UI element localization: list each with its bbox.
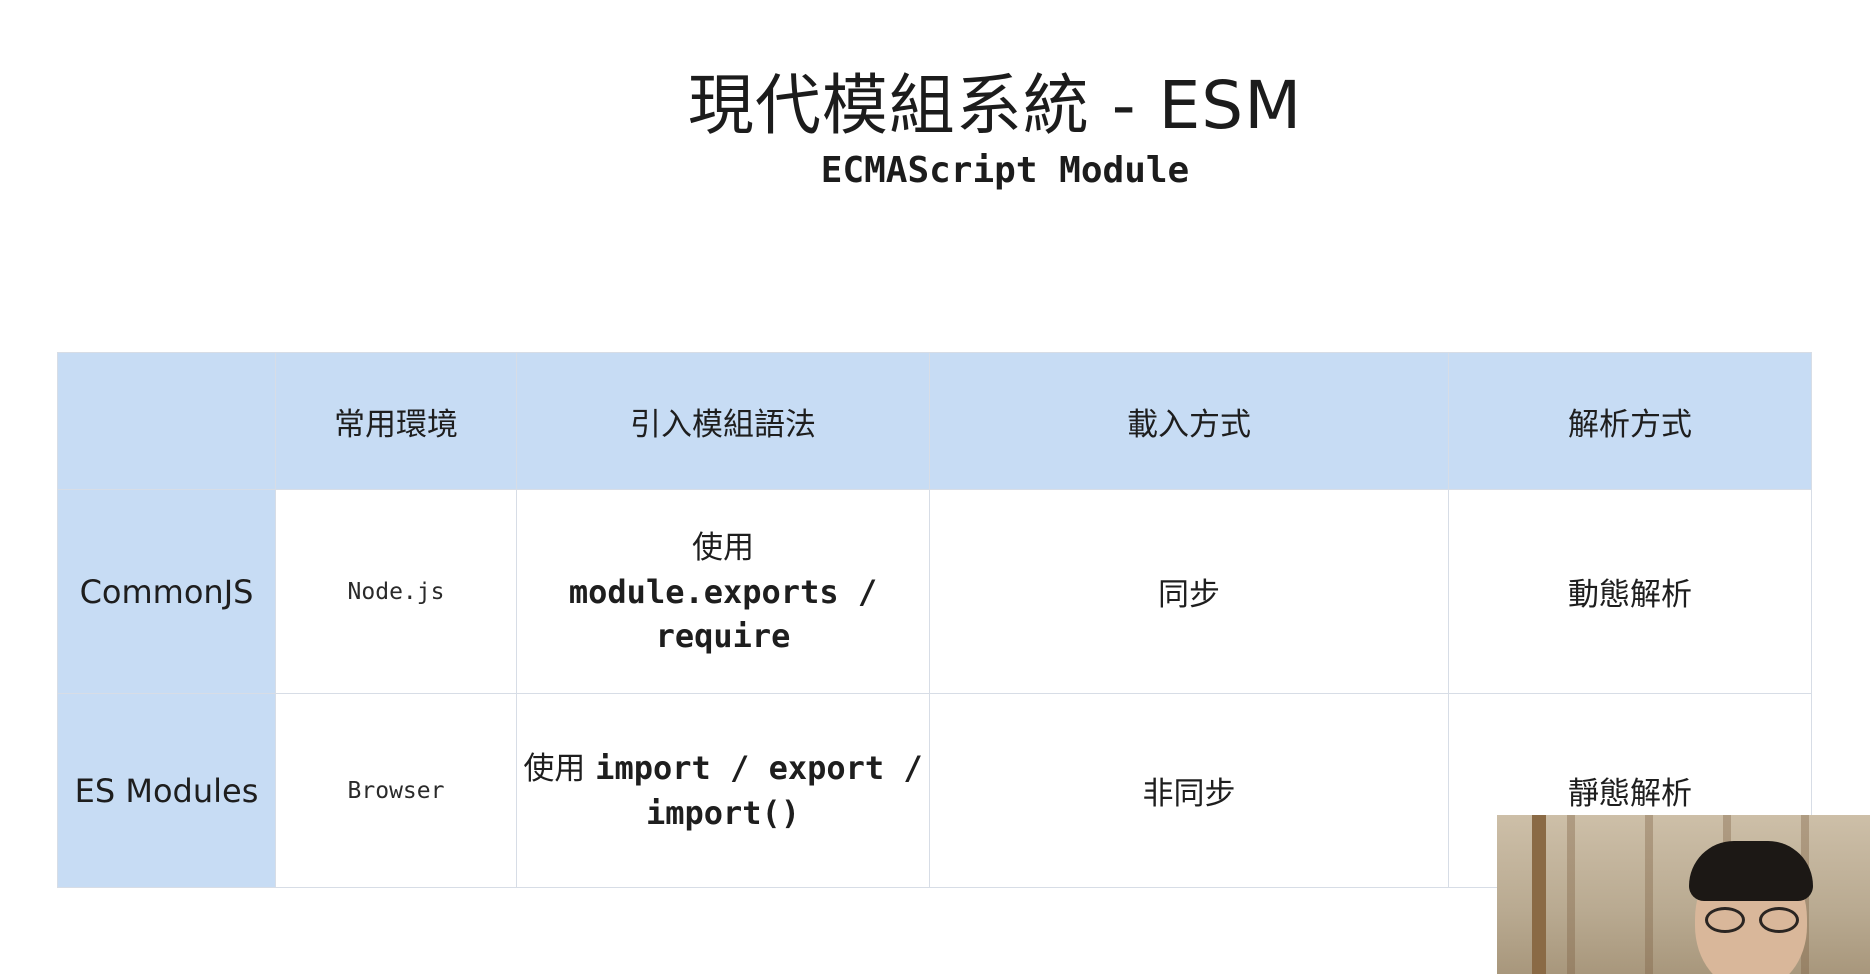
cell-loading: 同步 xyxy=(929,489,1449,694)
slide-title: 現代模組系統 - ESM xyxy=(687,67,1303,144)
row-name-es-modules: ES Modules xyxy=(57,693,276,888)
webcam-wall-beam xyxy=(1532,815,1546,974)
table-header-loading: 載入方式 xyxy=(929,352,1449,490)
table-header-parsing: 解析方式 xyxy=(1448,352,1812,490)
cell-syntax: 使用 import / export / import() xyxy=(516,693,930,888)
presenter-glasses xyxy=(1705,907,1801,935)
syntax-prefix: 使用 xyxy=(692,529,754,566)
cell-environment: Browser xyxy=(275,693,517,888)
table-row: CommonJS Node.js 使用 module.exports / req… xyxy=(57,489,1812,694)
comparison-table: 常用環境 引入模組語法 載入方式 解析方式 CommonJS Node.js 使… xyxy=(57,352,1812,888)
syntax-prefix: 使用 xyxy=(523,750,586,787)
cell-loading: 非同步 xyxy=(929,693,1449,888)
table-header-empty xyxy=(57,352,276,490)
cell-syntax: 使用 module.exports / require xyxy=(516,489,930,694)
webcam-background xyxy=(1497,815,1870,974)
syntax-code: import / export / import() xyxy=(595,748,923,832)
table-header-environment: 常用環境 xyxy=(275,352,517,490)
row-name-commonjs: CommonJS xyxy=(57,489,276,694)
table-header-syntax: 引入模組語法 xyxy=(516,352,930,490)
webcam-overlay xyxy=(1497,815,1870,974)
cell-environment: Node.js xyxy=(275,489,517,694)
slide: 現代模組系統 - ESM ECMAScript Module 常用環境 引入模組… xyxy=(0,0,1870,974)
glasses-lens-right xyxy=(1759,907,1799,933)
glasses-lens-left xyxy=(1705,907,1745,933)
syntax-code: module.exports / require xyxy=(568,572,878,655)
presenter-hair xyxy=(1689,841,1813,901)
slide-subtitle: ECMAScript Module xyxy=(820,150,1190,191)
table-header-row: 常用環境 引入模組語法 載入方式 解析方式 xyxy=(57,352,1812,490)
cell-parsing: 動態解析 xyxy=(1448,489,1812,694)
